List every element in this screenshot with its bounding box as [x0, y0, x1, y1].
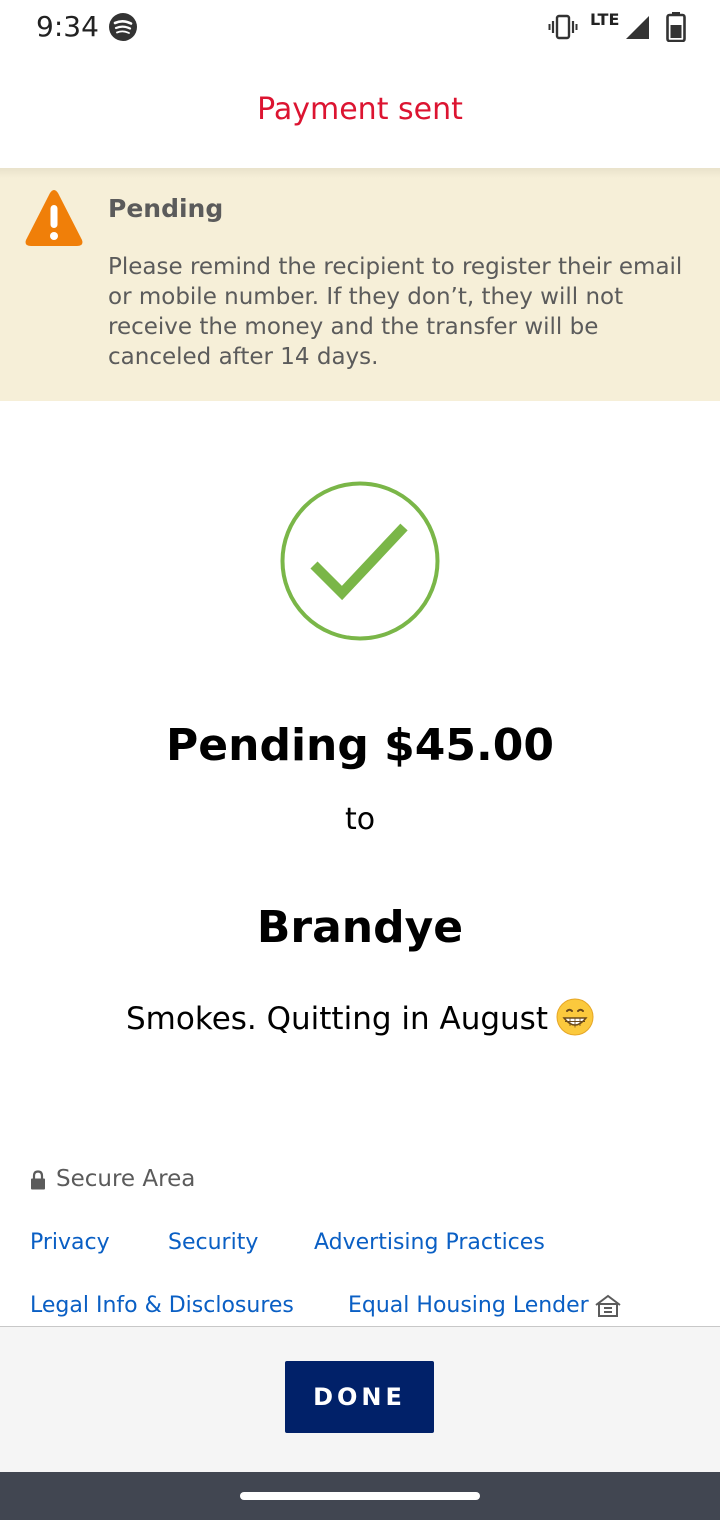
page-title: Payment sent — [257, 92, 463, 127]
lock-icon — [31, 1170, 45, 1190]
to-label: to — [344, 802, 376, 837]
legal-info-link[interactable]: Legal Info & Disclosures — [30, 1293, 294, 1318]
signal-icon — [626, 16, 649, 39]
system-navigation-bar — [0, 1472, 720, 1520]
privacy-link[interactable]: Privacy — [30, 1230, 110, 1255]
home-gesture-handle[interactable] — [240, 1492, 480, 1500]
secure-area-label: Secure Area — [56, 1166, 196, 1192]
status-time: 9:34 — [36, 10, 99, 43]
payment-sent-screen: 9:34 LTE Payment sent Pending Please rem… — [0, 0, 720, 1520]
vibrate-icon — [548, 14, 578, 40]
pending-banner: Pending Please remind the recipient to r… — [0, 168, 720, 401]
banner-title: Pending — [108, 194, 224, 223]
status-bar: 9:34 LTE — [0, 0, 720, 56]
advertising-practices-link[interactable]: Advertising Practices — [314, 1230, 545, 1255]
payment-amount: Pending $45.00 — [166, 720, 554, 771]
equal-housing-lender-link[interactable]: Equal Housing Lender — [348, 1293, 589, 1318]
spotify-icon — [109, 13, 137, 41]
action-bar: DONE — [0, 1326, 720, 1472]
network-type-label: LTE — [590, 10, 620, 29]
battery-icon — [666, 12, 686, 42]
memo-text: Smokes. Quitting in August — [126, 1001, 548, 1037]
banner-shadow — [0, 168, 720, 178]
done-button[interactable]: DONE — [285, 1361, 434, 1433]
equal-housing-icon — [595, 1294, 621, 1317]
security-link[interactable]: Security — [168, 1230, 258, 1255]
recipient-name: Brandye — [256, 902, 464, 953]
warning-icon — [25, 190, 83, 246]
banner-message: Please remind the recipient to register … — [108, 254, 683, 370]
checkmark-circle-icon — [280, 481, 440, 641]
grinning-face-icon — [556, 998, 594, 1036]
payment-memo: Smokes. Quitting in August — [0, 998, 720, 1037]
